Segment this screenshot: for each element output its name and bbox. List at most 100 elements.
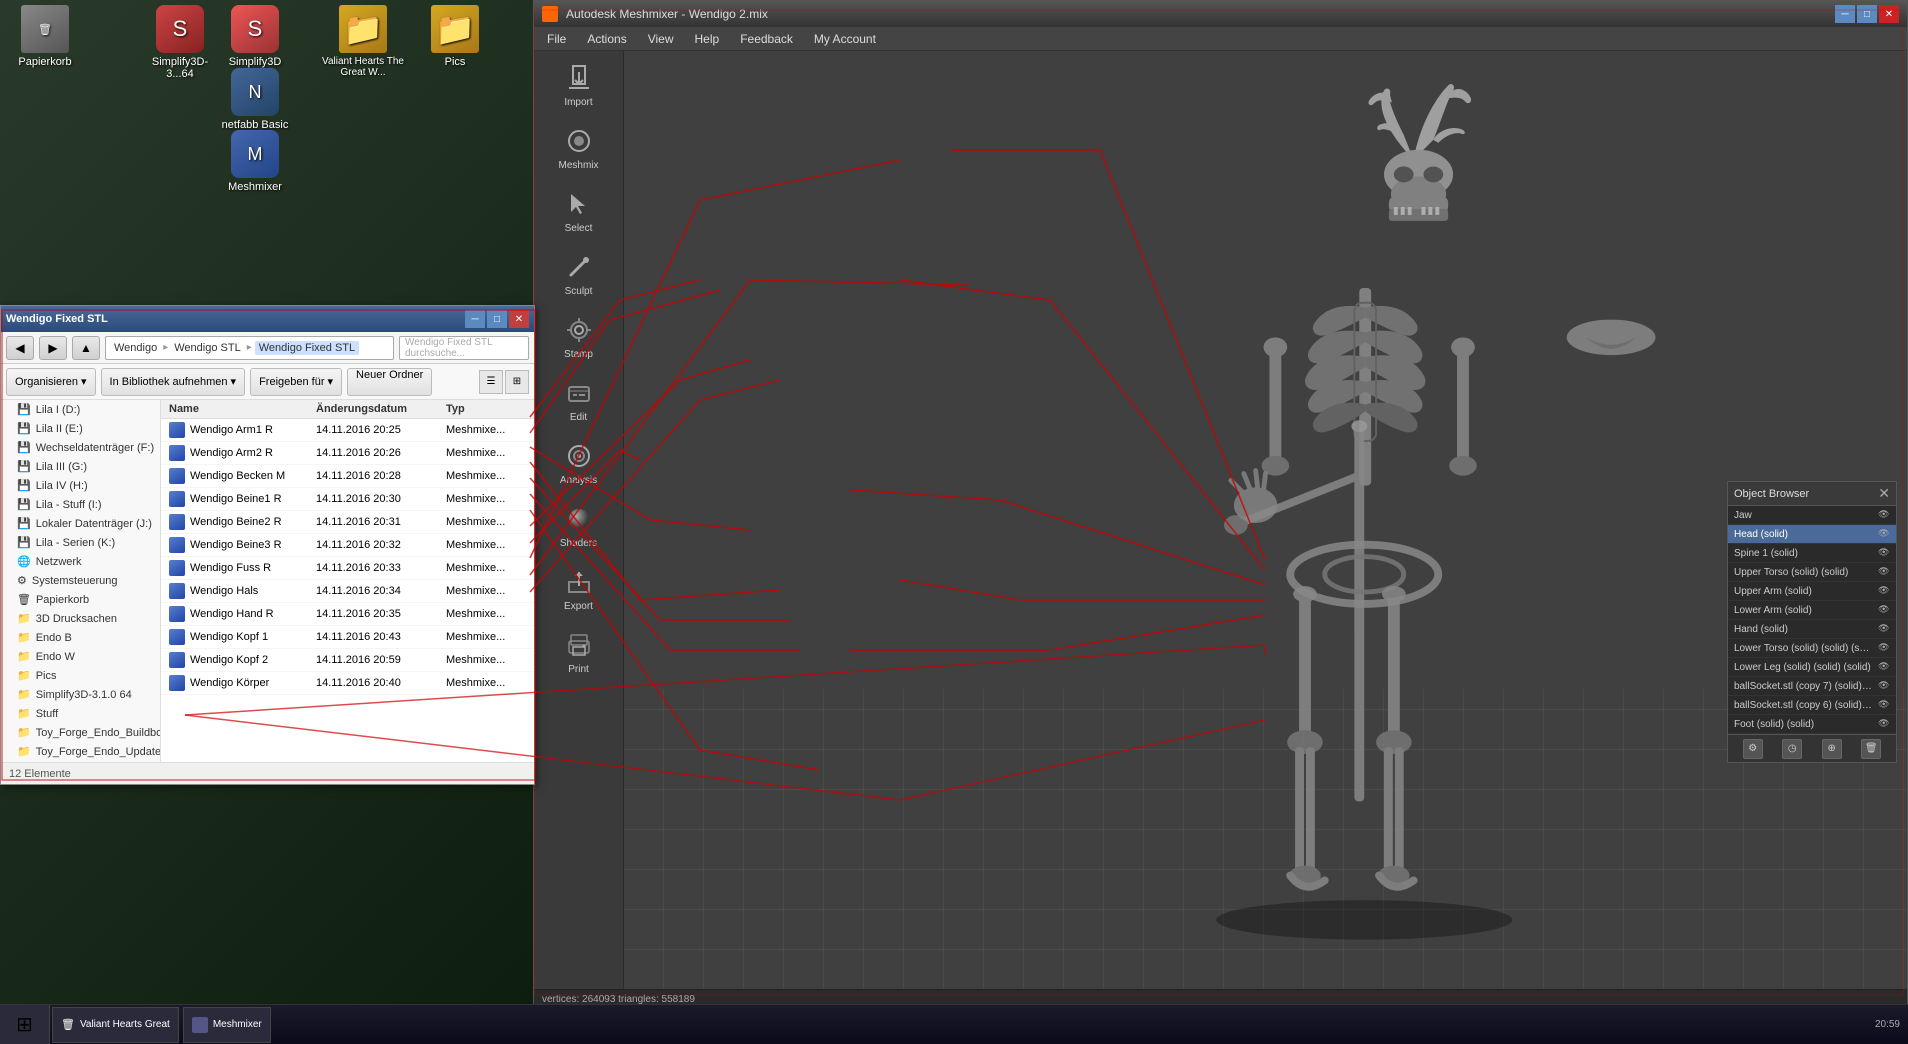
breadcrumb-wendigo[interactable]: Wendigo bbox=[111, 342, 160, 354]
select-tool-button[interactable]: Select bbox=[541, 182, 616, 240]
print-tool-button[interactable]: Print bbox=[541, 623, 616, 681]
sidebar-item-lila-stuff[interactable]: 💾 Lila - Stuff (I:) bbox=[1, 495, 160, 514]
sidebar-item-lila-serien[interactable]: 💾 Lila - Serien (K:) bbox=[1, 533, 160, 552]
sidebar-item-toy-endo-updated[interactable]: 📁 Toy_Forge_Endo_Updated bbox=[1, 742, 160, 761]
object-browser-close-button[interactable]: ✕ bbox=[1878, 485, 1890, 502]
desktop-icon-valiant[interactable]: 📁 Valiant Hearts The Great W... bbox=[318, 5, 408, 78]
sculpt-tool-button[interactable]: Sculpt bbox=[541, 245, 616, 303]
obj-browser-item[interactable]: ballSocket.stl (copy 7) (solid) (solid) … bbox=[1728, 677, 1896, 696]
organize-button[interactable]: Organisieren ▾ bbox=[6, 368, 96, 396]
obj-delete-button[interactable]: 🗑 bbox=[1861, 739, 1881, 759]
obj-clock-button[interactable]: ◷ bbox=[1782, 739, 1802, 759]
search-box[interactable]: Wendigo Fixed STL durchsuche... bbox=[399, 336, 529, 360]
import-tool-button[interactable]: Import bbox=[541, 56, 616, 114]
file-row[interactable]: Wendigo Beine2 R 14.11.2016 20:31 Meshmi… bbox=[161, 511, 534, 534]
obj-browser-item[interactable]: Hand (solid) 👁 bbox=[1728, 620, 1896, 639]
sidebar-item-lila1[interactable]: 💾 Lila I (D:) bbox=[1, 400, 160, 419]
view-icons-button[interactable]: ⊞ bbox=[505, 370, 529, 394]
minimize-button[interactable]: ─ bbox=[465, 310, 485, 328]
menu-actions[interactable]: Actions bbox=[579, 30, 634, 48]
taskbar-item-recyclebin[interactable]: 🗑 Valiant Hearts Great bbox=[52, 1007, 179, 1043]
obj-item-visibility-icon[interactable]: 👁 bbox=[1878, 718, 1890, 730]
file-row[interactable]: Wendigo Beine3 R 14.11.2016 20:32 Meshmi… bbox=[161, 534, 534, 557]
mm-minimize-button[interactable]: ─ bbox=[1835, 5, 1855, 23]
obj-browser-item[interactable]: Jaw 👁 bbox=[1728, 506, 1896, 525]
view-details-button[interactable]: ☰ bbox=[479, 370, 503, 394]
column-date[interactable]: Änderungsdatum bbox=[316, 403, 446, 415]
meshmixer-viewport[interactable]: Object Browser ✕ Jaw 👁 Head (solid) 👁 Sp… bbox=[624, 51, 1907, 989]
breadcrumb-wendigo-stl[interactable]: Wendigo STL bbox=[171, 342, 243, 354]
sidebar-item-netzwerk[interactable]: 🌐 Netzwerk bbox=[1, 552, 160, 571]
obj-browser-item[interactable]: Lower Torso (solid) (solid) (solid) 👁 bbox=[1728, 639, 1896, 658]
sidebar-item-systemsteuerung[interactable]: ⚙ Systemsteuerung bbox=[1, 571, 160, 590]
obj-browser-item[interactable]: Upper Torso (solid) (solid) 👁 bbox=[1728, 563, 1896, 582]
add-to-library-button[interactable]: In Bibliothek aufnehmen ▾ bbox=[101, 368, 246, 396]
menu-view[interactable]: View bbox=[640, 30, 682, 48]
close-button[interactable]: ✕ bbox=[509, 310, 529, 328]
maximize-button[interactable]: □ bbox=[487, 310, 507, 328]
desktop-icon-meshmixer[interactable]: M Meshmixer bbox=[215, 130, 295, 193]
share-button[interactable]: Freigeben für ▾ bbox=[250, 368, 342, 396]
sidebar-item-wechsel[interactable]: 💾 Wechseldatenträger (F:) bbox=[1, 438, 160, 457]
forward-button[interactable]: ▶ bbox=[39, 336, 67, 360]
obj-browser-item[interactable]: Lower Arm (solid) 👁 bbox=[1728, 601, 1896, 620]
desktop-icon-simplify[interactable]: S Simplify3D bbox=[215, 5, 295, 68]
obj-item-visibility-icon[interactable]: 👁 bbox=[1878, 680, 1890, 692]
sidebar-item-pics[interactable]: 📁 Pics bbox=[1, 666, 160, 685]
desktop-icon-netfabb[interactable]: N netfabb Basic bbox=[215, 68, 295, 131]
obj-item-visibility-icon[interactable]: 👁 bbox=[1878, 661, 1890, 673]
sidebar-item-lila4[interactable]: 💾 Lila IV (H:) bbox=[1, 476, 160, 495]
sidebar-item-3ddrucksachen[interactable]: 📁 3D Drucksachen bbox=[1, 609, 160, 628]
obj-browser-item[interactable]: Lower Leg (solid) (solid) (solid) 👁 bbox=[1728, 658, 1896, 677]
desktop-icon-pics[interactable]: 📁 Pics bbox=[415, 5, 495, 68]
file-row[interactable]: Wendigo Arm1 R 14.11.2016 20:25 Meshmixe… bbox=[161, 419, 534, 442]
file-row[interactable]: Wendigo Kopf 1 14.11.2016 20:43 Meshmixe… bbox=[161, 626, 534, 649]
export-tool-button[interactable]: Export bbox=[541, 560, 616, 618]
file-row[interactable]: Wendigo Arm2 R 14.11.2016 20:26 Meshmixe… bbox=[161, 442, 534, 465]
column-name[interactable]: Name bbox=[169, 403, 316, 415]
obj-browser-item[interactable]: Spine 1 (solid) 👁 bbox=[1728, 544, 1896, 563]
taskbar-item-meshmixer[interactable]: Meshmixer bbox=[183, 1007, 271, 1043]
file-row[interactable]: Wendigo Fuss R 14.11.2016 20:33 Meshmixe… bbox=[161, 557, 534, 580]
sidebar-item-lila2[interactable]: 💾 Lila II (E:) bbox=[1, 419, 160, 438]
obj-item-visibility-icon[interactable]: 👁 bbox=[1878, 528, 1890, 540]
file-row[interactable]: Wendigo Beine1 R 14.11.2016 20:30 Meshmi… bbox=[161, 488, 534, 511]
obj-browser-item[interactable]: Head (solid) 👁 bbox=[1728, 525, 1896, 544]
sidebar-item-papierkorb[interactable]: 🗑 Papierkorb bbox=[1, 590, 160, 609]
new-folder-button[interactable]: Neuer Ordner bbox=[347, 368, 432, 396]
sidebar-item-simplify[interactable]: 📁 Simplify3D-3.1.0 64 bbox=[1, 685, 160, 704]
sidebar-item-endo-b[interactable]: 📁 Endo B bbox=[1, 628, 160, 647]
menu-myaccount[interactable]: My Account bbox=[806, 30, 884, 48]
mm-close-button[interactable]: ✕ bbox=[1879, 5, 1899, 23]
back-button[interactable]: ◀ bbox=[6, 336, 34, 360]
obj-item-visibility-icon[interactable]: 👁 bbox=[1878, 623, 1890, 635]
analysis-tool-button[interactable]: Analysis bbox=[541, 434, 616, 492]
breadcrumb-wendigo-fixed[interactable]: Wendigo Fixed STL bbox=[255, 341, 359, 355]
obj-add-button[interactable]: ⚙ bbox=[1743, 739, 1763, 759]
obj-item-visibility-icon[interactable]: 👁 bbox=[1878, 642, 1890, 654]
file-row[interactable]: Wendigo Hals 14.11.2016 20:34 Meshmixe..… bbox=[161, 580, 534, 603]
obj-item-visibility-icon[interactable]: 👁 bbox=[1878, 509, 1890, 521]
sidebar-item-stuff[interactable]: 📁 Stuff bbox=[1, 704, 160, 723]
obj-merge-button[interactable]: ⊕ bbox=[1822, 739, 1842, 759]
sidebar-item-endo-w[interactable]: 📁 Endo W bbox=[1, 647, 160, 666]
stamp-tool-button[interactable]: Stamp bbox=[541, 308, 616, 366]
file-row[interactable]: Wendigo Hand R 14.11.2016 20:35 Meshmixe… bbox=[161, 603, 534, 626]
edit-tool-button[interactable]: Edit bbox=[541, 371, 616, 429]
sidebar-item-lila3[interactable]: 💾 Lila III (G:) bbox=[1, 457, 160, 476]
file-row[interactable]: Wendigo Körper 14.11.2016 20:40 Meshmixe… bbox=[161, 672, 534, 695]
obj-item-visibility-icon[interactable]: 👁 bbox=[1878, 604, 1890, 616]
obj-item-visibility-icon[interactable]: 👁 bbox=[1878, 585, 1890, 597]
file-row[interactable]: Wendigo Becken M 14.11.2016 20:28 Meshmi… bbox=[161, 465, 534, 488]
meshmix-tool-button[interactable]: Meshmix bbox=[541, 119, 616, 177]
obj-browser-item[interactable]: ballSocket.stl (copy 6) (solid) (solid) … bbox=[1728, 696, 1896, 715]
column-type[interactable]: Typ bbox=[446, 403, 526, 415]
shaders-tool-button[interactable]: Shaders bbox=[541, 497, 616, 555]
desktop-icon-simplify64[interactable]: S Simplify3D-3...64 bbox=[140, 5, 220, 80]
sidebar-item-toy-endo-buildbot[interactable]: 📁 Toy_Forge_Endo_Buildbot bbox=[1, 723, 160, 742]
taskbar-start-button[interactable]: ⊞ bbox=[0, 1005, 50, 1044]
obj-item-visibility-icon[interactable]: 👁 bbox=[1878, 699, 1890, 711]
obj-item-visibility-icon[interactable]: 👁 bbox=[1878, 566, 1890, 578]
sidebar-item-local[interactable]: 💾 Lokaler Datenträger (J:) bbox=[1, 514, 160, 533]
menu-file[interactable]: File bbox=[539, 30, 574, 48]
